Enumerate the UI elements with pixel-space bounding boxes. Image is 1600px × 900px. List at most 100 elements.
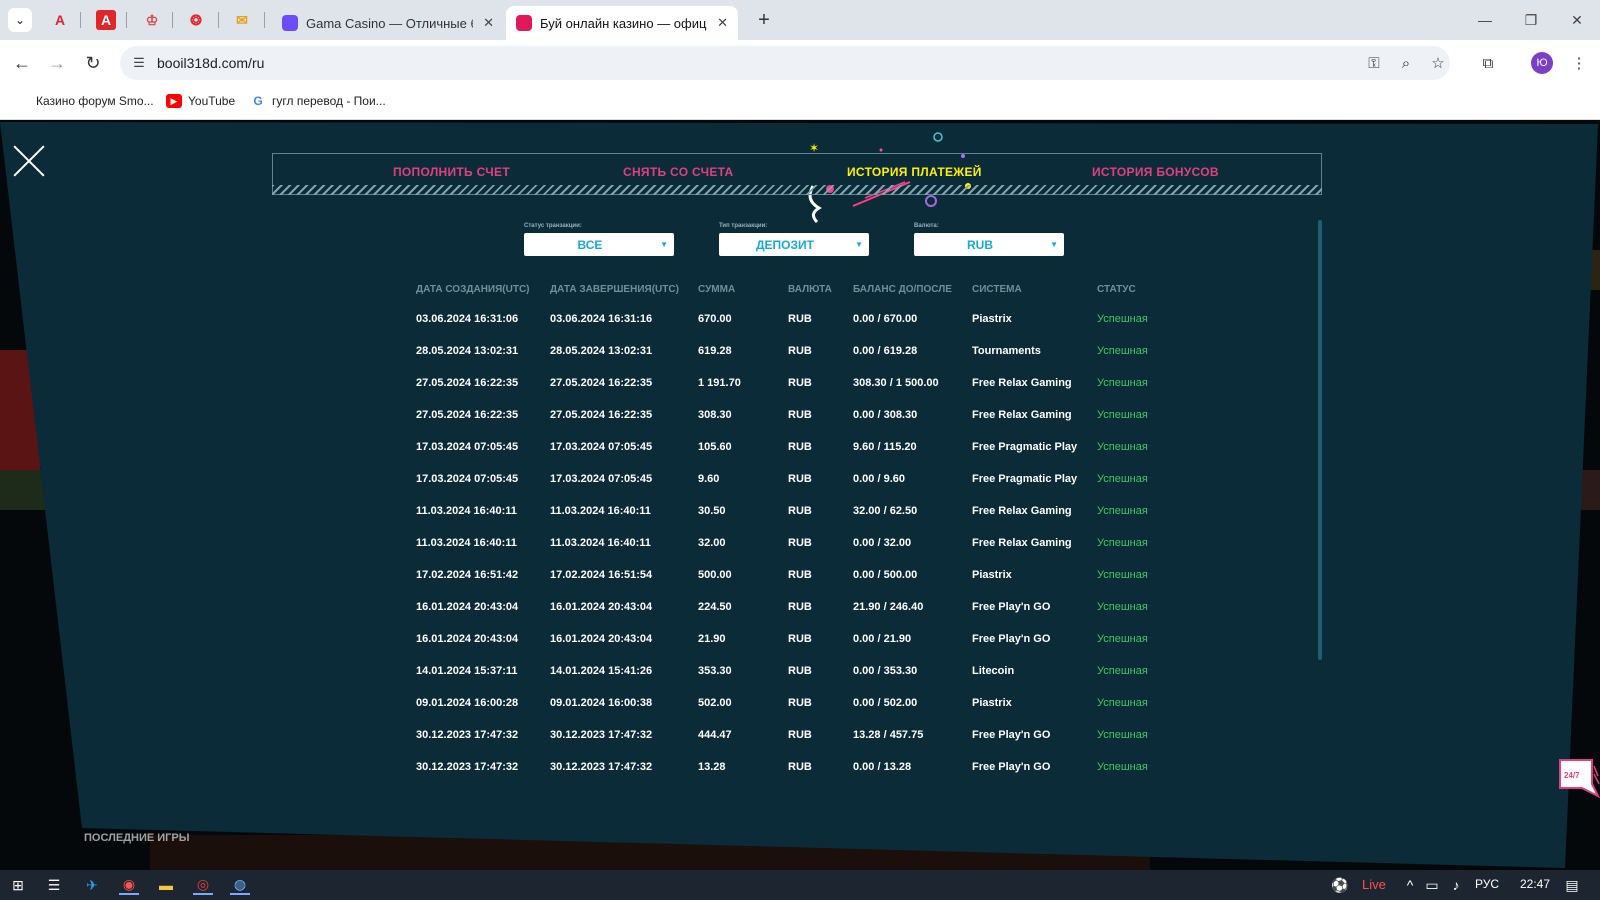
tray-chevron-icon[interactable]: ^	[1400, 875, 1420, 895]
minimize-window-icon[interactable]: —	[1470, 8, 1500, 32]
table-row: 17.02.2024 16:51:42 17.02.2024 16:51:54 50…	[0, 569, 1600, 589]
table-row: 17.03.2024 07:05:45 17.03.2024 07:05:45 9.…	[0, 473, 1600, 493]
password-key-icon[interactable]: ⚿	[1364, 53, 1384, 73]
bookmark-youtube[interactable]: ▶ YouTube	[166, 94, 235, 108]
acrobat-pinned-tab-icon[interactable]: A	[50, 10, 70, 30]
modal-scrollbar[interactable]	[1318, 220, 1322, 660]
cell-amount: 32.00	[698, 537, 726, 549]
cell-amount: 21.90	[698, 633, 726, 645]
tab-bonus-history[interactable]: ИСТОРИЯ БОНУСОВ	[1092, 165, 1219, 179]
cell-currency: RUB	[788, 665, 812, 677]
back-button[interactable]: ←	[9, 50, 35, 76]
casino-page: ПОСЛЕДНИЕ ИГРЫ ✶ ПОПОЛНИТЬ СЧЕТ СНЯТЬ СО…	[0, 120, 1600, 870]
bookmark-google-translate[interactable]: G гугл перевод - Пои...	[250, 94, 386, 108]
cell-currency: RUB	[788, 409, 812, 421]
currency-filter-select[interactable]: RUB ▼	[914, 233, 1064, 256]
gear-pinned-tab-icon[interactable]: ❂	[186, 10, 206, 30]
language-indicator[interactable]: РУС	[1475, 877, 1499, 891]
status-filter-select[interactable]: ВСЕ ▼	[524, 233, 674, 256]
cell-status: Успешная	[1097, 473, 1148, 485]
cell-completed-date: 16.01.2024 20:43:04	[550, 633, 653, 645]
type-filter-select[interactable]: ДЕПОЗИТ ▼	[719, 233, 869, 256]
volume-icon[interactable]: ♪	[1446, 875, 1466, 895]
cell-completed-date: 17.03.2024 07:05:45	[550, 441, 653, 453]
crown-pinned-tab-icon[interactable]: ♔	[142, 10, 162, 30]
weather-live-icon[interactable]: ⚽	[1330, 875, 1350, 895]
cell-amount: 502.00	[698, 697, 732, 709]
tab-search-dropdown-icon[interactable]: ⌄	[8, 8, 32, 32]
windows-start-icon[interactable]: ⊞	[8, 875, 28, 895]
new-tab-button[interactable]: +	[752, 8, 776, 32]
cell-amount: 30.50	[698, 505, 726, 517]
tab-title: Gama Casino — Отличные бо	[306, 15, 474, 31]
menu-kebab-icon[interactable]: ⋮	[1568, 52, 1590, 74]
notifications-icon[interactable]: ▤	[1562, 875, 1582, 895]
app-icon[interactable]: ◉	[119, 875, 139, 895]
bookmark-star-icon[interactable]: ☆	[1428, 53, 1448, 73]
cell-created-date: 30.12.2023 17:47:32	[416, 729, 519, 741]
site-settings-icon[interactable]: ☰	[130, 54, 148, 72]
zoom-icon[interactable]: ⌕	[1396, 53, 1416, 73]
cell-created-date: 14.01.2024 15:37:11	[416, 665, 518, 677]
close-modal-icon[interactable]	[12, 144, 46, 178]
support-chat-icon[interactable]: 24/7	[1556, 756, 1600, 804]
clock[interactable]: 22:47	[1520, 877, 1550, 891]
live-label[interactable]: Live	[1362, 877, 1386, 892]
cell-balance: 0.00 / 13.28	[853, 761, 912, 773]
network-icon[interactable]: ▭	[1422, 875, 1442, 895]
adobe-pinned-tab-icon[interactable]: A	[96, 10, 116, 30]
mail-pinned-tab-icon[interactable]: ✉	[232, 10, 252, 30]
extensions-icon[interactable]: ⧉	[1477, 52, 1499, 74]
bookmark-casino-forum[interactable]: Казино форум Smo...	[14, 94, 154, 108]
cell-currency: RUB	[788, 441, 812, 453]
cell-balance: 0.00 / 670.00	[853, 313, 918, 325]
cell-status: Успешная	[1097, 601, 1148, 613]
forward-button[interactable]: →	[44, 50, 70, 76]
cell-currency: RUB	[788, 313, 812, 325]
cell-amount: 670.00	[698, 313, 732, 325]
cell-balance: 9.60 / 115.20	[853, 441, 917, 453]
cell-amount: 500.00	[698, 569, 732, 581]
cell-created-date: 11.03.2024 16:40:11	[416, 537, 517, 549]
close-window-icon[interactable]: ✕	[1562, 8, 1592, 32]
youtube-icon: ▶	[166, 94, 182, 108]
tab-separator	[80, 12, 81, 28]
type-filter-label: Тип транзакции:	[719, 223, 768, 229]
cell-system: Free Relax Gaming	[972, 537, 1072, 549]
tab-gama-casino[interactable]: Gama Casino — Отличные бо ✕	[272, 6, 504, 40]
cell-status: Успешная	[1097, 345, 1148, 357]
table-row: 17.03.2024 07:05:45 17.03.2024 07:05:45 10…	[0, 441, 1600, 461]
address-bar[interactable]: ☰ booil318d.com/ru ⚿ ⌕ ☆	[120, 46, 1450, 80]
tab-withdraw[interactable]: СНЯТЬ СО СЧЕТА	[623, 165, 734, 179]
url-text[interactable]: booil318d.com/ru	[157, 55, 264, 71]
restore-window-icon[interactable]: ❐	[1516, 8, 1546, 32]
table-row: 16.01.2024 20:43:04 16.01.2024 20:43:04 22…	[0, 601, 1600, 621]
cell-created-date: 03.06.2024 16:31:06	[416, 313, 519, 325]
browser-app-icon[interactable]: ◍	[230, 875, 250, 895]
dropdown-arrow-icon: ▼	[855, 240, 863, 249]
tab-payment-history[interactable]: ИСТОРИЯ ПЛАТЕЖЕЙ	[847, 165, 982, 179]
cell-completed-date: 28.05.2024 13:02:31	[550, 345, 653, 357]
task-view-icon[interactable]: ☰	[44, 875, 64, 895]
close-tab-icon[interactable]: ✕	[717, 15, 728, 31]
cell-amount: 444.47	[698, 729, 732, 741]
table-row: 14.01.2024 15:37:11 14.01.2024 15:41:26 35…	[0, 665, 1600, 685]
cell-currency: RUB	[788, 633, 812, 645]
reload-button[interactable]: ↻	[80, 50, 106, 76]
cell-status: Успешная	[1097, 441, 1148, 453]
file-explorer-icon[interactable]: ▬	[156, 875, 176, 895]
cell-status: Успешная	[1097, 665, 1148, 677]
cell-created-date: 16.01.2024 20:43:04	[416, 601, 519, 613]
chrome-icon[interactable]: ◎	[193, 875, 213, 895]
close-tab-icon[interactable]: ✕	[483, 15, 494, 31]
telegram-icon[interactable]: ✈	[82, 875, 102, 895]
select-value: ВСЕ	[577, 238, 603, 252]
profile-avatar[interactable]: Ю	[1531, 52, 1553, 74]
cell-completed-date: 16.01.2024 20:43:04	[550, 601, 653, 613]
gama-favicon-icon	[282, 15, 298, 31]
cell-currency: RUB	[788, 761, 812, 773]
cell-status: Успешная	[1097, 633, 1148, 645]
tab-deposit[interactable]: ПОПОЛНИТЬ СЧЕТ	[393, 165, 510, 179]
cell-balance: 0.00 / 308.30	[853, 409, 918, 421]
tab-booi-casino[interactable]: Буй онлайн казино — официа ✕	[506, 6, 738, 40]
